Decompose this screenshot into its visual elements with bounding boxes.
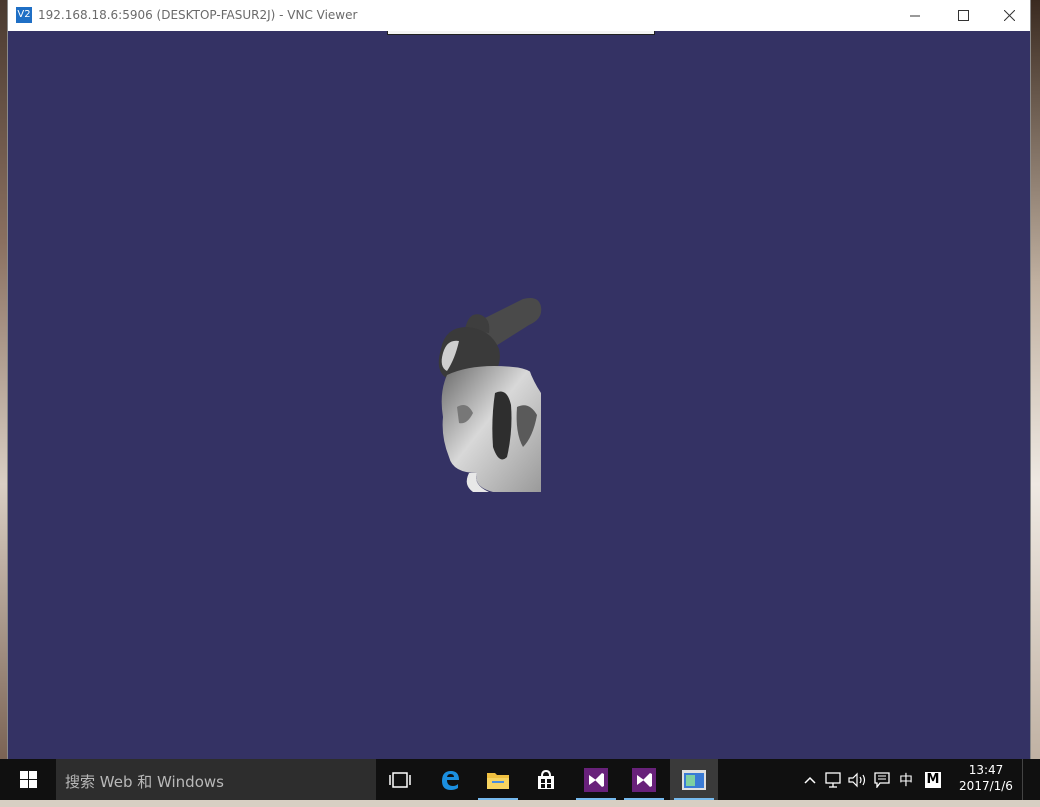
message-icon	[874, 771, 890, 788]
window-title: 192.168.18.6:5906 (DESKTOP-FASUR2J) - VN…	[38, 8, 358, 22]
vnc-window-icon	[682, 769, 706, 790]
ime-indicator[interactable]: 中	[894, 759, 918, 800]
clock-time: 13:47	[968, 763, 1004, 777]
chevron-up-icon	[804, 776, 816, 784]
search-placeholder: 搜索 Web 和 Windows	[65, 773, 224, 791]
remote-window-edge	[387, 31, 655, 35]
volume-tray-button[interactable]	[846, 759, 870, 800]
windows-logo-icon	[19, 771, 37, 788]
visual-studio-button-1[interactable]	[572, 759, 620, 800]
vnc-viewer-window: V2 192.168.18.6:5906 (DESKTOP-FASUR2J) -…	[8, 0, 1030, 760]
visual-studio-icon	[632, 767, 656, 792]
store-icon	[538, 769, 554, 789]
maximize-icon	[957, 10, 969, 21]
close-icon	[1003, 10, 1015, 21]
message-tray-button[interactable]	[870, 759, 894, 800]
network-icon	[825, 771, 841, 788]
edge-button[interactable]	[426, 759, 474, 800]
start-button[interactable]	[0, 759, 56, 800]
minimize-icon	[910, 15, 920, 16]
task-view-button[interactable]	[376, 759, 424, 800]
visual-studio-icon	[584, 767, 608, 792]
taskbar: 搜索 Web 和 Windows 中 M 13:47 2017/1/6	[0, 759, 1040, 800]
file-explorer-button[interactable]	[474, 759, 522, 800]
bunny-model-render	[438, 298, 542, 492]
visual-studio-button-2[interactable]	[620, 759, 668, 800]
edge-icon	[442, 770, 459, 790]
store-button[interactable]	[522, 759, 570, 800]
clock-date: 2017/1/6	[959, 779, 1013, 793]
vnc-viewer-taskbar-button[interactable]	[670, 759, 718, 800]
minimize-button[interactable]	[892, 0, 938, 31]
desktop-background-left	[0, 0, 8, 807]
m-label: M	[925, 771, 941, 788]
vnc-app-icon[interactable]: V2	[16, 7, 32, 23]
title-bar[interactable]: V2 192.168.18.6:5906 (DESKTOP-FASUR2J) -…	[8, 0, 1030, 31]
m-tray-button[interactable]: M	[920, 759, 946, 800]
search-box[interactable]: 搜索 Web 和 Windows	[56, 759, 376, 800]
show-desktop-button[interactable]	[1022, 759, 1040, 800]
show-hidden-icons-button[interactable]	[800, 759, 820, 800]
remote-desktop-viewport[interactable]	[8, 31, 1030, 760]
task-view-icon	[389, 771, 411, 788]
speaker-icon	[848, 772, 866, 787]
desktop-background-strip	[0, 800, 1040, 807]
folder-icon	[487, 772, 509, 789]
close-button[interactable]	[986, 0, 1032, 31]
clock[interactable]: 13:47 2017/1/6	[952, 762, 1020, 794]
maximize-button[interactable]	[940, 0, 986, 31]
network-tray-button[interactable]	[822, 759, 846, 800]
